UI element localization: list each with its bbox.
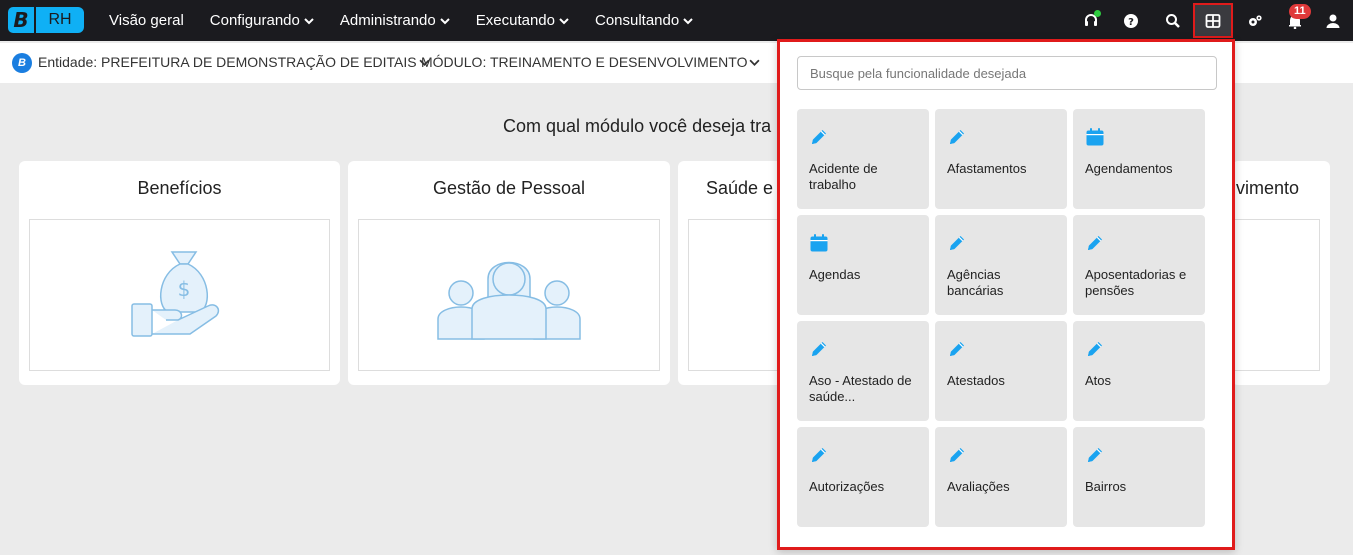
functionality-tile[interactable]: Agendas [797, 215, 929, 315]
calendar-icon [1085, 127, 1105, 147]
pencil-icon [809, 127, 829, 147]
module-card-beneficios[interactable]: Benefícios $ [19, 161, 340, 385]
module-card-desenvolvimento[interactable]: vimento [1232, 161, 1330, 385]
functionality-tile[interactable]: Atos [1073, 321, 1205, 421]
pencil-icon [1085, 233, 1105, 253]
pencil-icon [947, 233, 967, 253]
functionality-tile-label: Atos [1085, 373, 1112, 388]
functionality-tile-label: Aposentadorias e pensões [1085, 267, 1187, 298]
pencil-icon [1085, 339, 1105, 359]
money-bag-hand-icon: $ [130, 250, 219, 337]
help-icon: ? [1124, 13, 1138, 28]
functionality-tile-label: Agências bancárias [947, 267, 1004, 298]
notification-badge: 11 [1289, 4, 1311, 19]
help-button[interactable]: ? [1116, 0, 1146, 41]
card-title: Gestão de Pessoal [432, 178, 586, 198]
nav-administrando[interactable]: Administrando [340, 12, 450, 29]
card-image [688, 219, 788, 371]
card-title: vimento [1236, 178, 1300, 198]
svg-text:?: ? [1128, 17, 1134, 28]
main-nav: Visão geral Configurando Administrando E… [109, 0, 719, 41]
chevron-down-icon [683, 17, 693, 24]
functionality-tile[interactable]: Autorizações [797, 427, 929, 527]
chevron-down-icon [749, 59, 760, 66]
pencil-icon [809, 339, 829, 359]
pencil-icon [947, 127, 967, 147]
logo-name: RH [36, 7, 84, 33]
apps-menu-button[interactable] [1193, 3, 1233, 38]
support-button[interactable] [1076, 0, 1106, 41]
functionality-tile[interactable]: Afastamentos [935, 109, 1067, 209]
pencil-icon [809, 445, 829, 465]
functionality-search-input[interactable] [797, 56, 1217, 90]
functionality-tile[interactable]: Avaliações [935, 427, 1067, 527]
functionality-tile[interactable]: Atestados [935, 321, 1067, 421]
apps-dropdown-panel: Acidente de trabalho Afastamentos Agendame… [777, 39, 1235, 550]
functionality-tile-label: Avaliações [947, 479, 1010, 494]
nav-executando[interactable]: Executando [476, 12, 569, 29]
module-selector[interactable]: MÓDULO: TREINAMENTO E DESENVOLVIMENTO [421, 54, 760, 70]
calendar-icon [809, 233, 829, 253]
functionality-tiles: Acidente de trabalho Afastamentos Agendame… [797, 109, 1207, 527]
functionality-tile[interactable]: Acidente de trabalho [797, 109, 929, 209]
settings-button[interactable] [1240, 0, 1270, 41]
card-title: Benefícios [137, 178, 222, 198]
online-status-dot [1094, 10, 1101, 17]
logo-letter: B [13, 8, 29, 32]
functionality-tile-label: Acidente de trabalho [809, 161, 878, 192]
pencil-icon [1085, 445, 1105, 465]
module-card-gestao-de-pessoal[interactable]: Gestão de Pessoal [348, 161, 670, 385]
card-image [358, 219, 660, 371]
user-button[interactable] [1318, 0, 1348, 41]
entity-logo: B [12, 53, 32, 73]
pencil-icon [947, 339, 967, 359]
people-group-icon [437, 261, 581, 340]
nav-visao-geral[interactable]: Visão geral [109, 12, 184, 29]
functionality-tile-label: Aso - Atestado de saúde... [809, 373, 912, 404]
functionality-tile-label: Atestados [947, 373, 1005, 388]
functionality-tile[interactable]: Aso - Atestado de saúde... [797, 321, 929, 421]
functionality-tile-label: Bairros [1085, 479, 1127, 494]
top-bar: B RH Visão geral Configurando Administra… [0, 0, 1353, 41]
functionality-tile-label: Autorizações [809, 479, 885, 494]
nav-configurando[interactable]: Configurando [210, 12, 314, 29]
user-icon [1326, 14, 1340, 28]
nav-consultando[interactable]: Consultando [595, 12, 693, 29]
functionality-tile-label: Afastamentos [947, 161, 1027, 176]
chevron-down-icon [304, 17, 314, 24]
chevron-down-icon [559, 17, 569, 24]
module-question: Com qual módulo você deseja tra [503, 116, 772, 136]
gears-icon [1249, 14, 1262, 26]
functionality-tile[interactable]: Agências bancárias [935, 215, 1067, 315]
chevron-down-icon [440, 17, 450, 24]
entity-selector[interactable]: Entidade: PREFEITURA DE DEMONSTRAÇÃO DE … [38, 54, 430, 70]
card-image: $ [29, 219, 330, 371]
functionality-tile[interactable]: Bairros [1073, 427, 1205, 527]
functionality-tile-label: Agendas [809, 267, 861, 282]
functionality-tile[interactable]: Aposentadorias e pensões [1073, 215, 1205, 315]
pencil-icon [947, 445, 967, 465]
functionality-tile[interactable]: Agendamentos [1073, 109, 1205, 209]
card-image [1232, 219, 1320, 371]
functionality-tile-label: Agendamentos [1085, 161, 1173, 176]
app-logo[interactable]: B RH [8, 7, 84, 33]
svg-text:$: $ [177, 277, 190, 301]
search-icon [1166, 13, 1180, 28]
apps-grid-icon [1205, 13, 1221, 28]
search-button[interactable] [1158, 0, 1188, 41]
